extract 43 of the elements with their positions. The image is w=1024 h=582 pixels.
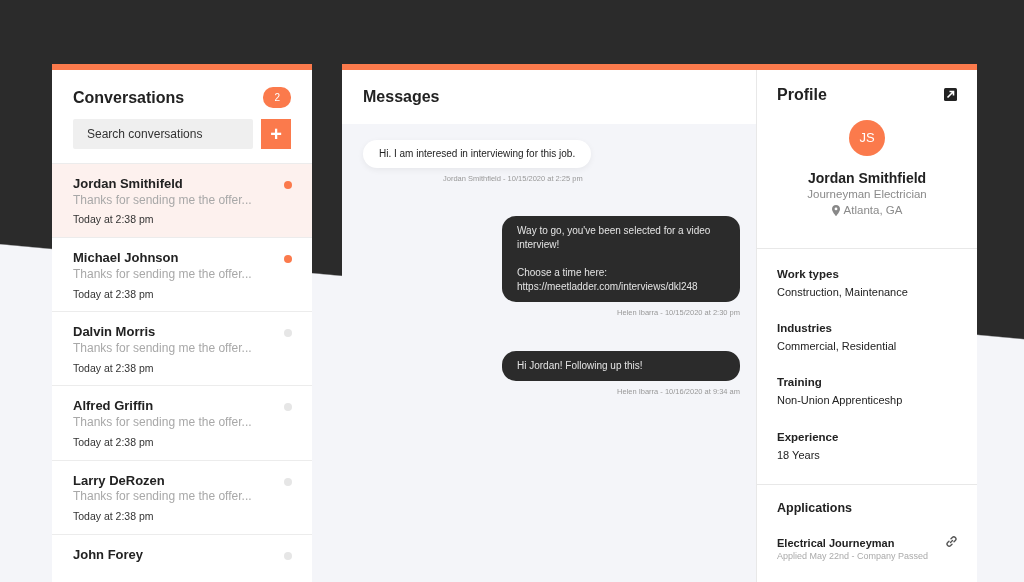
timestamp: Today at 2:38 pm: [73, 435, 155, 450]
field-value: Construction, Maintenance: [777, 284, 909, 300]
field-label: Industries: [777, 321, 833, 337]
message-preview: Thanks for sending me the offer...: [73, 489, 252, 505]
panel-title: Messages: [363, 88, 440, 105]
field-value: 18 Years: [777, 447, 821, 462]
contact-name: Alfred Griffin: [73, 398, 155, 416]
contact-name: Larry DeRozen: [73, 472, 166, 490]
section-title: Applications: [777, 499, 853, 517]
panel-title: Profile: [777, 85, 827, 105]
timestamp: Today at 2:38 pm: [73, 287, 155, 302]
search-field[interactable]: Search conversations: [73, 119, 253, 149]
contact-name: John Forey: [73, 546, 144, 564]
message-preview: Thanks for sending me the offer...: [73, 267, 252, 283]
timestamp: Today at 2:38 pm: [73, 361, 155, 376]
application-title: Electrical Journeyman: [777, 536, 896, 551]
field-value: Commercial, Residential: [777, 339, 898, 354]
conversation-item[interactable]: Jordan Smithifeld Thanks for sending me the offer... Today at 2:38 pm: [52, 163, 312, 238]
message-bubble: Way to go, you've been selected for a video interview! Choose a time here: https://meetladder.com/interviews/dkl248: [502, 216, 740, 303]
field-label: Work types: [777, 267, 840, 282]
panel-title: Conversations: [73, 87, 185, 108]
link-icon[interactable]: [946, 536, 957, 548]
field-label: Experience: [777, 429, 840, 445]
avatar: JS: [849, 120, 885, 157]
timestamp: Today at 2:38 pm: [73, 213, 155, 228]
field-label: Training: [777, 375, 823, 391]
location: Atlanta, GA: [843, 202, 903, 218]
application-status: Applied May 22nd - Company Passed: [777, 550, 929, 563]
open-external-icon[interactable]: [944, 88, 957, 102]
contact-name: Dalvin Morris: [73, 324, 157, 342]
field-value: Non-Union Apprenticeshp: [777, 393, 904, 408]
timestamp: Today at 2:38 pm: [73, 510, 155, 524]
contact-name: Michael Johnson: [73, 250, 180, 267]
message-preview: Thanks for sending me the offer...: [73, 415, 252, 431]
message-preview: Thanks for sending me the offer...: [73, 341, 252, 357]
message-bubble: Hi Jordan! Following up this!: [502, 350, 740, 381]
message-bubble: Hi. I am interesed in interviewing for this job.: [363, 140, 592, 168]
profile-name: Jordan Smithfield: [807, 170, 927, 187]
message-preview: Thanks for sending me the offer...: [73, 192, 252, 209]
contact-name: Jordan Smithifeld: [73, 176, 184, 193]
location-pin-icon: [831, 204, 840, 216]
job-title: Journeyman Electrician: [807, 187, 927, 202]
unread-count: 2: [263, 87, 291, 108]
